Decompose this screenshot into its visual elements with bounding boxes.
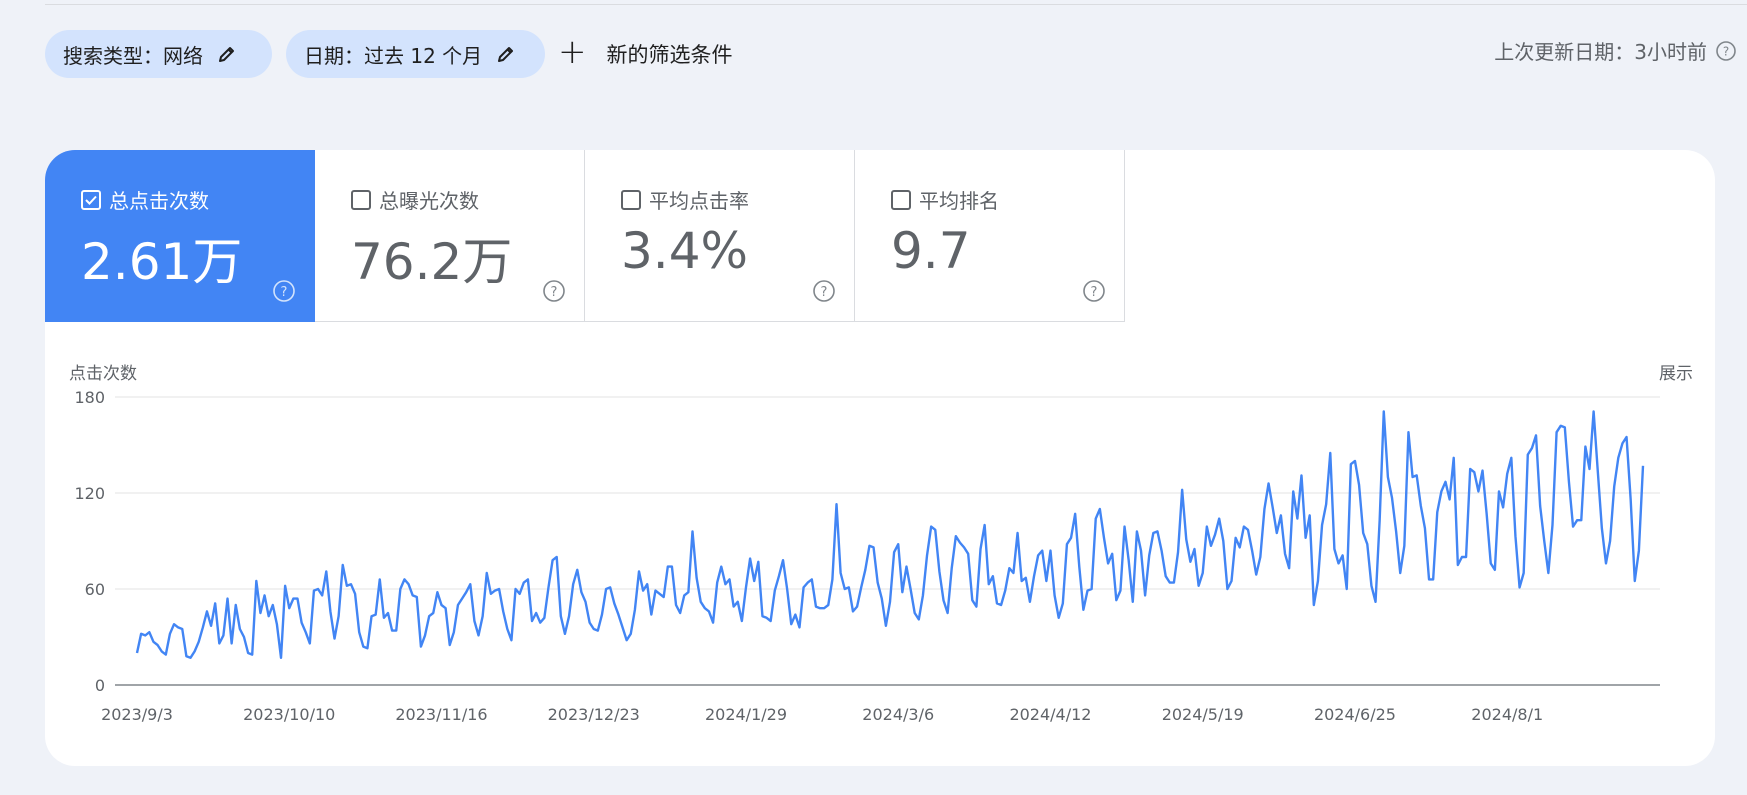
y-tick-label: 180	[74, 388, 105, 407]
plus-icon: +	[558, 32, 587, 72]
y-tick-label: 0	[95, 676, 105, 695]
help-icon[interactable]: ?	[1715, 40, 1737, 62]
top-divider	[45, 4, 1747, 5]
svg-text:?: ?	[1723, 44, 1729, 58]
x-tick-label: 2024/4/12	[1009, 705, 1091, 724]
x-tick-label: 2024/5/19	[1162, 705, 1244, 724]
x-tick-label: 2023/10/10	[243, 705, 335, 724]
x-tick-label: 2023/9/3	[101, 705, 173, 724]
x-tick-label: 2023/12/23	[548, 705, 640, 724]
y-tick-label: 60	[85, 580, 105, 599]
clicks-series-line[interactable]	[135, 410, 1645, 659]
new-filter-label: 新的筛选条件	[606, 43, 733, 67]
date-filter-chip[interactable]: 日期：过去 12 个月	[286, 30, 545, 78]
x-tick-label: 2024/1/29	[705, 705, 787, 724]
search-type-filter-chip[interactable]: 搜索类型：网络	[45, 30, 272, 78]
edit-pencil-icon	[498, 47, 514, 62]
last-updated: 上次更新日期：3小时前 ?	[1494, 36, 1737, 65]
last-updated-text: 上次更新日期：3小时前	[1494, 40, 1707, 64]
date-filter-label: 日期：过去 12 个月	[304, 43, 483, 68]
search-type-filter-label: 搜索类型：网络	[63, 43, 203, 68]
performance-card: 总点击次数 2.61万 ? 总曝光次数 76.2万 ? 平均点击率 3.4% ?	[45, 150, 1715, 766]
x-tick-label: 2024/6/25	[1314, 705, 1396, 724]
x-tick-label: 2024/3/6	[862, 705, 934, 724]
clicks-line-chart: 0 60 120 180 2023/9/3 2023/10/10 2023/11/16 202…	[74, 388, 1660, 724]
x-tick-label: 2023/11/16	[395, 705, 487, 724]
new-filter-button[interactable]: + 新的筛选条件	[558, 30, 733, 78]
y-tick-label: 120	[74, 484, 105, 503]
edit-pencil-icon	[219, 47, 234, 62]
x-tick-label: 2024/8/1	[1471, 705, 1543, 724]
